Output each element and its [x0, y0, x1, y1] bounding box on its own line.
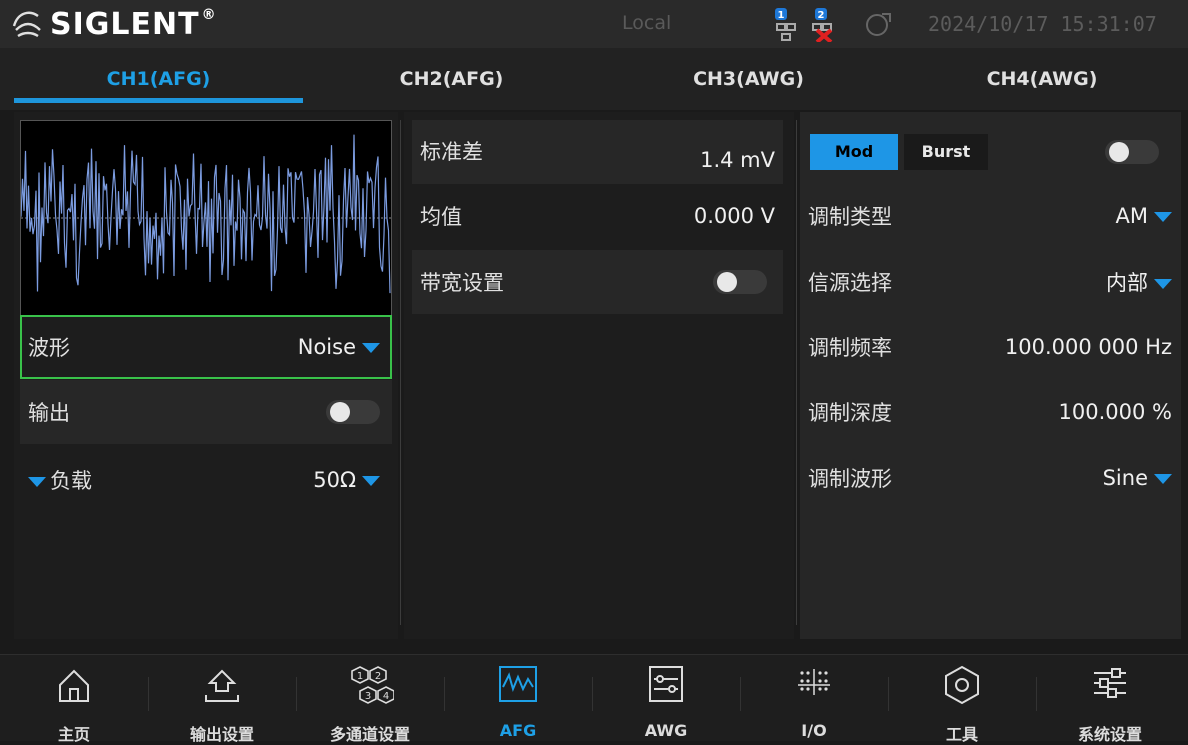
burst-button[interactable]: Burst [904, 134, 988, 170]
std-dev-value: 1.4 mV [700, 148, 775, 172]
nav-home-label: 主页 [57, 725, 90, 744]
dropdown-arrow-icon [1154, 212, 1172, 222]
datetime: 2024/10/17 15:31:07 [928, 12, 1157, 36]
source-label: 信源选择 [808, 271, 892, 295]
mod-depth-value: 100.000 % [1058, 400, 1172, 424]
network-badge-2: 2 [818, 10, 825, 21]
nav-awg-label: AWG [644, 721, 688, 740]
selection-border [20, 315, 392, 379]
multichannel-channel-2-numeral: 2 [375, 671, 381, 682]
std-dev-row[interactable]: 标准差 1.4 mV [412, 120, 783, 184]
waveform-preview [20, 120, 392, 316]
multichannel-channel-3-numeral: 3 [365, 691, 371, 702]
multichannel-icon: 1 23 4 [351, 666, 394, 704]
mean-value: 0.000 V [693, 204, 775, 228]
nav-afg[interactable]: AFG [444, 655, 592, 741]
mod-wave-value: Sine [1102, 466, 1148, 490]
nav-multichannel[interactable]: 1 23 4 多通道设置 [296, 655, 444, 744]
nav-system-settings[interactable]: 系统设置 [1036, 655, 1184, 744]
nav-awg[interactable]: AWG [592, 655, 740, 741]
output-settings-icon [205, 669, 239, 702]
siglent-logo: SIGLENT ® [10, 6, 217, 42]
output-toggle[interactable] [326, 400, 380, 424]
system-settings-icon [1094, 668, 1126, 698]
mod-freq-label: 调制频率 [808, 336, 892, 360]
mod-wave-row[interactable]: 调制波形 Sine [808, 446, 1172, 510]
siglent-swirl-icon [12, 11, 41, 38]
bandwidth-label: 带宽设置 [420, 271, 504, 295]
tab-ch3[interactable]: CH3(AWG) [600, 48, 897, 110]
std-dev-label: 标准差 [420, 140, 483, 164]
tools-hexagon-icon [945, 665, 979, 705]
nav-io-label: I/O [801, 721, 827, 740]
afg-wave-icon [499, 666, 537, 702]
source-row[interactable]: 信源选择 内部 [808, 250, 1172, 314]
nav-afg-label: AFG [499, 721, 537, 740]
mod-freq-row[interactable]: 调制频率 100.000 000 Hz [808, 315, 1172, 379]
bandwidth-row[interactable]: 带宽设置 [412, 250, 783, 314]
bottom-nav: 主页 输出设置 1 23 4 多通道设置 AFG AWG I/O 工具 系统设置 [0, 654, 1188, 744]
mod-freq-value: 100.000 000 Hz [1004, 335, 1172, 359]
tab-ch4[interactable]: CH4(AWG) [897, 48, 1187, 110]
refresh-icon[interactable] [864, 10, 892, 38]
io-icon [798, 669, 830, 695]
expand-arrow-icon [28, 477, 46, 487]
nav-output-settings-label: 输出设置 [189, 725, 254, 744]
noise-waveform-graph [20, 134, 391, 294]
mod-toggle[interactable] [1105, 140, 1159, 164]
dropdown-arrow-icon [1154, 474, 1172, 484]
mod-wave-label: 调制波形 [808, 467, 892, 491]
divider [796, 120, 797, 625]
mod-type-value: AM [1115, 204, 1148, 228]
multichannel-channel-1-numeral: 1 [357, 671, 363, 682]
dropdown-arrow-icon [1154, 279, 1172, 289]
source-value: 内部 [1106, 271, 1148, 295]
bandwidth-toggle[interactable] [713, 270, 767, 294]
brand-registered-mark: ® [201, 6, 217, 23]
nav-io[interactable]: I/O [740, 655, 888, 741]
network-status-icon: 1 2 [775, 8, 833, 42]
network-badge-1: 1 [778, 10, 785, 21]
nav-home[interactable]: 主页 [0, 655, 148, 744]
awg-icon [649, 666, 683, 702]
multichannel-channel-4-numeral: 4 [383, 691, 389, 702]
dropdown-arrow-icon [362, 476, 380, 486]
nav-tools-label: 工具 [945, 725, 978, 744]
output-row[interactable]: 输出 [20, 380, 392, 444]
nav-system-settings-label: 系统设置 [1077, 725, 1142, 744]
load-value: 50Ω [313, 468, 356, 492]
tab-ch2[interactable]: CH2(AFG) [303, 48, 600, 110]
divider [400, 120, 401, 625]
nav-tools[interactable]: 工具 [888, 655, 1036, 744]
brand-name: SIGLENT [50, 6, 200, 42]
home-icon [59, 669, 89, 702]
load-label: 负载 [50, 469, 92, 493]
mod-type-row[interactable]: 调制类型 AM [808, 184, 1172, 248]
remote-mode-indicator: Local [622, 12, 672, 34]
mod-depth-label: 调制深度 [808, 401, 892, 425]
output-label: 输出 [28, 401, 70, 425]
load-row[interactable]: 负载 50Ω [20, 448, 392, 512]
mean-row[interactable]: 均值 0.000 V [412, 184, 783, 248]
mod-type-label: 调制类型 [808, 205, 892, 229]
nav-multichannel-label: 多通道设置 [329, 725, 410, 744]
active-tab-underline [14, 98, 303, 103]
nav-output-settings[interactable]: 输出设置 [148, 655, 296, 744]
mean-label: 均值 [420, 205, 462, 229]
mod-depth-row[interactable]: 调制深度 100.000 % [808, 380, 1172, 444]
mod-button[interactable]: Mod [810, 134, 898, 170]
